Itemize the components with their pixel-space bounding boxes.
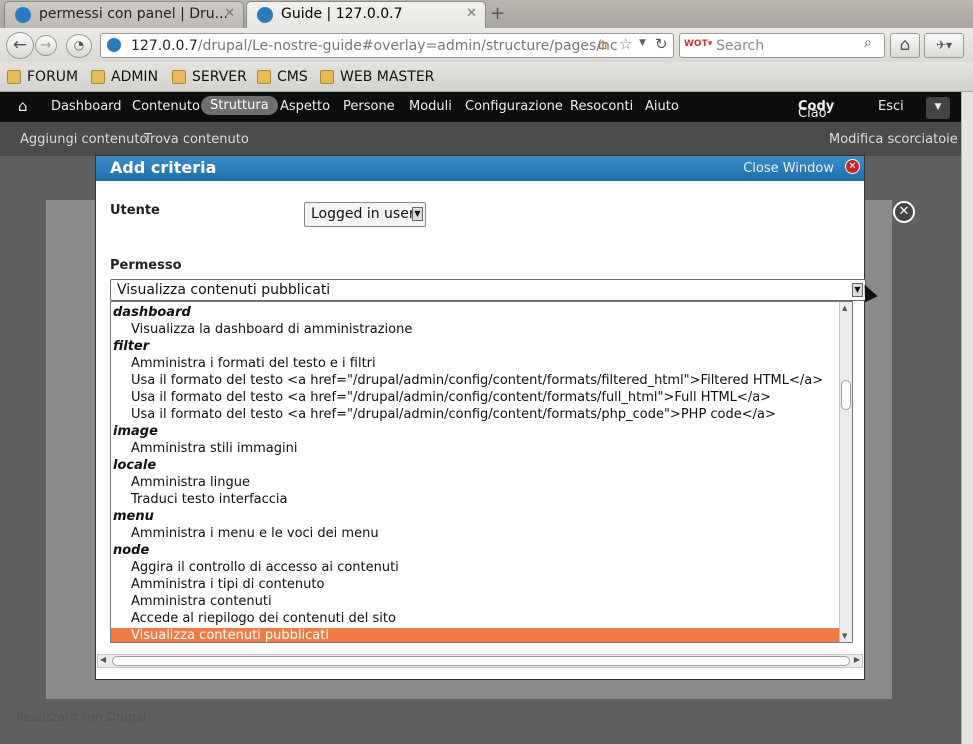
- close-window-link[interactable]: Close Window: [743, 161, 834, 176]
- dropdown-option[interactable]: Traduci testo interfaccia: [111, 492, 852, 509]
- bookmarks-bar: FORUM ADMIN SERVER CMS WEB MASTER: [0, 62, 973, 92]
- bookmark-cms[interactable]: CMS: [257, 69, 308, 85]
- close-icon[interactable]: ✕: [845, 159, 860, 174]
- browser-tab-bar: permessi con panel | Dru... ✕ Guide | 12…: [0, 0, 973, 28]
- reload-icon[interactable]: ↻: [655, 35, 668, 53]
- option-group-label: dashboard: [113, 305, 191, 320]
- permesso-value: Visualizza contenuti pubblicati: [117, 282, 331, 298]
- page-scrollbar[interactable]: [961, 92, 973, 744]
- drupal-favicon-icon: [15, 7, 31, 23]
- toolbar-aiuto[interactable]: Aiuto: [645, 99, 679, 114]
- folder-icon: [7, 70, 21, 84]
- toolbar-contenuto[interactable]: Contenuto: [132, 99, 200, 114]
- utente-value: Logged in user: [311, 206, 415, 222]
- option-group-label: locale: [113, 458, 157, 473]
- shortcuts-bar: Aggiungi contenuto Trova contenuto Modif…: [0, 122, 961, 156]
- dropdown-scrollbar-thumb[interactable]: [841, 380, 851, 410]
- toolbar-dashboard[interactable]: Dashboard: [51, 99, 122, 114]
- dropdown-option[interactable]: Usa il formato del testo <a href="/drupa…: [111, 373, 852, 390]
- folder-icon: [172, 70, 186, 84]
- utente-select[interactable]: Logged in user ▼: [304, 202, 426, 227]
- home-icon[interactable]: ⌂: [18, 97, 28, 115]
- toolbar-aspetto[interactable]: Aspetto: [280, 99, 330, 114]
- scroll-right-icon[interactable]: ▶: [854, 655, 860, 664]
- toolbar-resoconti[interactable]: Resoconti: [570, 99, 633, 114]
- overlay-close-icon[interactable]: ✕: [893, 201, 915, 223]
- tab-guide[interactable]: Guide | 127.0.0.7 ✕: [246, 1, 486, 28]
- dropdown-option[interactable]: Amministra lingue: [111, 475, 852, 492]
- horizontal-scrollbar-thumb[interactable]: [112, 656, 850, 666]
- folder-icon: [91, 70, 105, 84]
- folder-icon: [257, 70, 271, 84]
- scroll-up-icon[interactable]: ▲: [842, 304, 847, 312]
- history-icon[interactable]: ◔: [66, 34, 92, 58]
- tab-close-icon[interactable]: ✕: [466, 6, 477, 21]
- back-button[interactable]: ←: [6, 32, 34, 59]
- toolbar-configurazione[interactable]: Configurazione: [465, 99, 563, 114]
- dropdown-scrollbar[interactable]: ▲ ▼: [839, 302, 852, 642]
- utente-label: Utente: [110, 203, 160, 218]
- tab-title: Guide | 127.0.0.7: [281, 6, 403, 22]
- dropdown-option[interactable]: Accede al riepilogo dei contenuti del si…: [111, 611, 852, 628]
- toolbar-toggle-icon[interactable]: ▼: [926, 97, 950, 119]
- scroll-down-icon[interactable]: ▼: [842, 632, 847, 640]
- edit-shortcuts-link[interactable]: Modifica scorciatoie: [829, 132, 958, 147]
- dialog-title: Add criteria: [110, 158, 217, 177]
- bookmark-server[interactable]: SERVER: [172, 69, 247, 85]
- tab-permessi[interactable]: permessi con panel | Dru... ✕: [4, 1, 244, 28]
- dropdown-option[interactable]: Aggira il controllo di accesso ai conten…: [111, 560, 852, 577]
- dropdown-option[interactable]: Usa il formato del testo <a href="/drupa…: [111, 390, 852, 407]
- permesso-dropdown-list[interactable]: Visualizza contenuti pubblicati Accede al…: [110, 301, 853, 643]
- option-group-label: node: [113, 543, 150, 558]
- dropdown-option[interactable]: Visualizza contenuti pubblicati: [111, 628, 852, 642]
- bookmark-web-master[interactable]: WEB MASTER: [320, 69, 434, 85]
- tab-title: permessi con panel | Dru...: [39, 6, 228, 22]
- url-path: /drupal/Le-nostre-guide#overlay=admin/st…: [197, 38, 618, 54]
- search-icon[interactable]: ⌕: [864, 35, 872, 51]
- dialog-header: Add criteria Close Window ✕: [96, 156, 864, 181]
- toolbar-persone[interactable]: Persone: [343, 99, 395, 114]
- dialog-horizontal-scrollbar[interactable]: ◀ ▶: [97, 654, 863, 668]
- logout-link[interactable]: Esci: [878, 99, 904, 114]
- addon-icon[interactable]: ✈▾: [924, 33, 964, 58]
- permesso-label: Permesso: [110, 258, 182, 273]
- permesso-select[interactable]: Visualizza contenuti pubblicati ▼: [110, 279, 866, 301]
- site-favicon-icon: [107, 38, 121, 52]
- dropdown-option[interactable]: Amministra contenuti: [111, 594, 852, 611]
- option-group-label: image: [113, 424, 158, 439]
- forward-button[interactable]: →: [35, 35, 57, 56]
- home-button[interactable]: ⌂: [890, 33, 920, 58]
- scroll-left-icon[interactable]: ◀: [100, 655, 106, 664]
- dropdown-option[interactable]: Usa il formato del testo <a href="/drupa…: [111, 407, 852, 424]
- footer-text: Realizzato con Drupal: [16, 710, 147, 724]
- url-dropdown-icon[interactable]: ▼: [639, 38, 646, 48]
- dropdown-option[interactable]: Amministra i tipi di contenuto: [111, 577, 852, 594]
- folder-icon: [320, 70, 334, 84]
- wot-icon[interactable]: WOT▾: [684, 39, 712, 49]
- admin-toolbar: ⌂ Dashboard Contenuto Struttura Aspetto …: [0, 92, 961, 122]
- shortcut-trova-contenuto[interactable]: Trova contenuto: [144, 132, 249, 147]
- dropdown-option[interactable]: Amministra i menu e le voci dei menu: [111, 526, 852, 543]
- add-criteria-dialog: Add criteria Close Window ✕ Utente Logge…: [95, 155, 866, 680]
- dropdown-option[interactable]: Amministra stili immagini: [111, 441, 852, 458]
- shortcut-aggiungi-contenuto[interactable]: Aggiungi contenuto: [20, 132, 147, 147]
- new-tab-icon[interactable]: +: [490, 3, 505, 24]
- option-group-label: filter: [113, 339, 150, 354]
- dropdown-option[interactable]: Visualizza la dashboard di amministrazio…: [111, 322, 852, 339]
- home-page-icon[interactable]: ⌂: [598, 35, 608, 53]
- search-placeholder: Search: [716, 38, 765, 54]
- url-bar[interactable]: 127.0.0.7/drupal/Le-nostre-guide#overlay…: [100, 33, 674, 58]
- toolbar-struttura[interactable]: Struttura: [201, 96, 278, 115]
- chevron-down-icon: ▼: [412, 207, 423, 221]
- drupal-favicon-icon: [257, 7, 273, 23]
- tab-close-icon[interactable]: ✕: [224, 6, 235, 21]
- user-greeting: Ciao Cody: [798, 99, 835, 121]
- toolbar-moduli[interactable]: Moduli: [409, 99, 452, 114]
- bookmark-star-icon[interactable]: ☆: [619, 35, 632, 53]
- dropdown-option[interactable]: Amministra i formati del testo e i filtr…: [111, 356, 852, 373]
- option-group-label: menu: [113, 509, 154, 524]
- bookmark-forum[interactable]: FORUM: [7, 69, 78, 85]
- bookmark-admin[interactable]: ADMIN: [91, 69, 158, 85]
- url-host: 127.0.0.7: [131, 38, 198, 54]
